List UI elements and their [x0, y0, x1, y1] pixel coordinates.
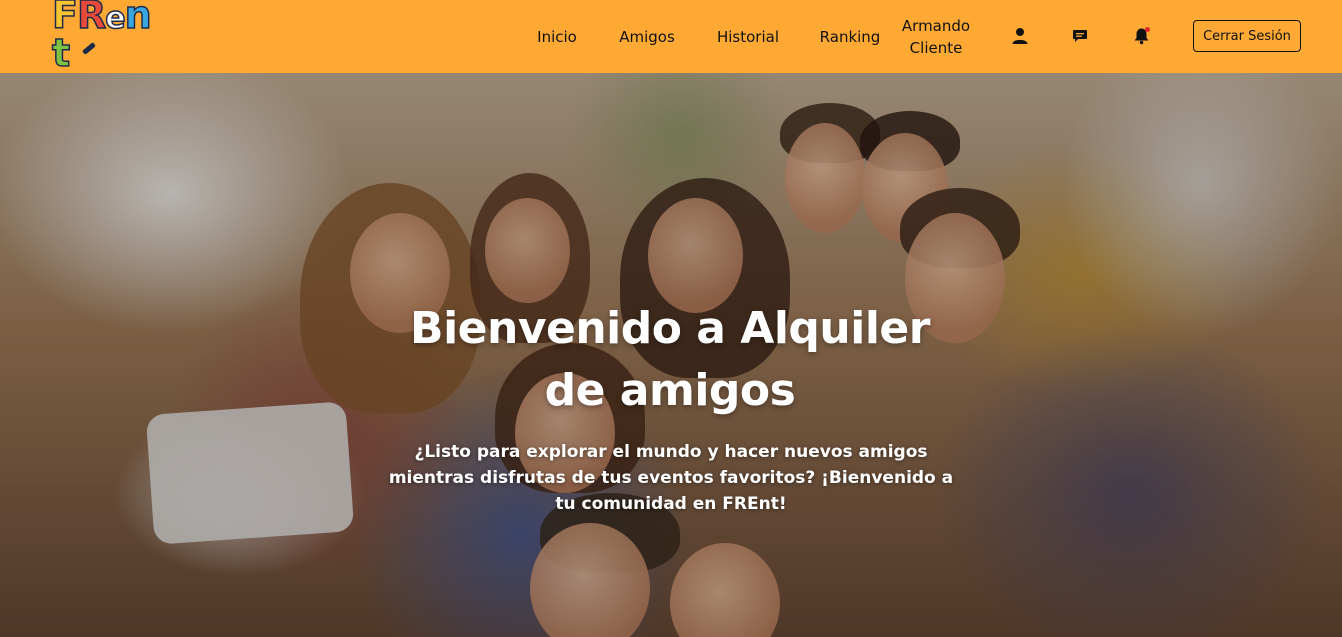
logo-letter: F — [51, 0, 78, 37]
logo-letter: n — [124, 0, 153, 37]
logo-wordmark: FRen t — [51, 0, 162, 75]
hero-title: Bienvenido a Alquiler de amigos — [410, 303, 930, 416]
logo-letter: e — [104, 1, 126, 36]
nav-link-historial[interactable]: Historial — [712, 0, 784, 73]
logo[interactable]: FRen t — [51, 0, 162, 73]
logo-letter: R — [76, 0, 107, 37]
nav-link-armando-cliente[interactable]: Armando Cliente — [896, 0, 976, 73]
notification-dot — [1145, 27, 1150, 32]
nav-link-ranking[interactable]: Ranking — [816, 0, 884, 73]
hero-banner: Bienvenido a Alquiler de amigos ¿Listo p… — [0, 73, 1342, 637]
nav-link-inicio[interactable]: Inicio — [532, 0, 582, 73]
logo-letter: t — [51, 31, 71, 75]
chat-icon[interactable] — [1068, 24, 1092, 48]
user-icon[interactable] — [1008, 24, 1032, 48]
bell-icon[interactable] — [1129, 24, 1153, 48]
nav-link-amigos[interactable]: Amigos — [614, 0, 680, 73]
hero-subtitle: ¿Listo para explorar el mundo y hacer nu… — [388, 442, 954, 514]
logout-button[interactable]: Cerrar Sesión — [1193, 20, 1301, 52]
navbar: FRen t Inicio Amigos Historial Ranking Ar… — [0, 0, 1342, 73]
